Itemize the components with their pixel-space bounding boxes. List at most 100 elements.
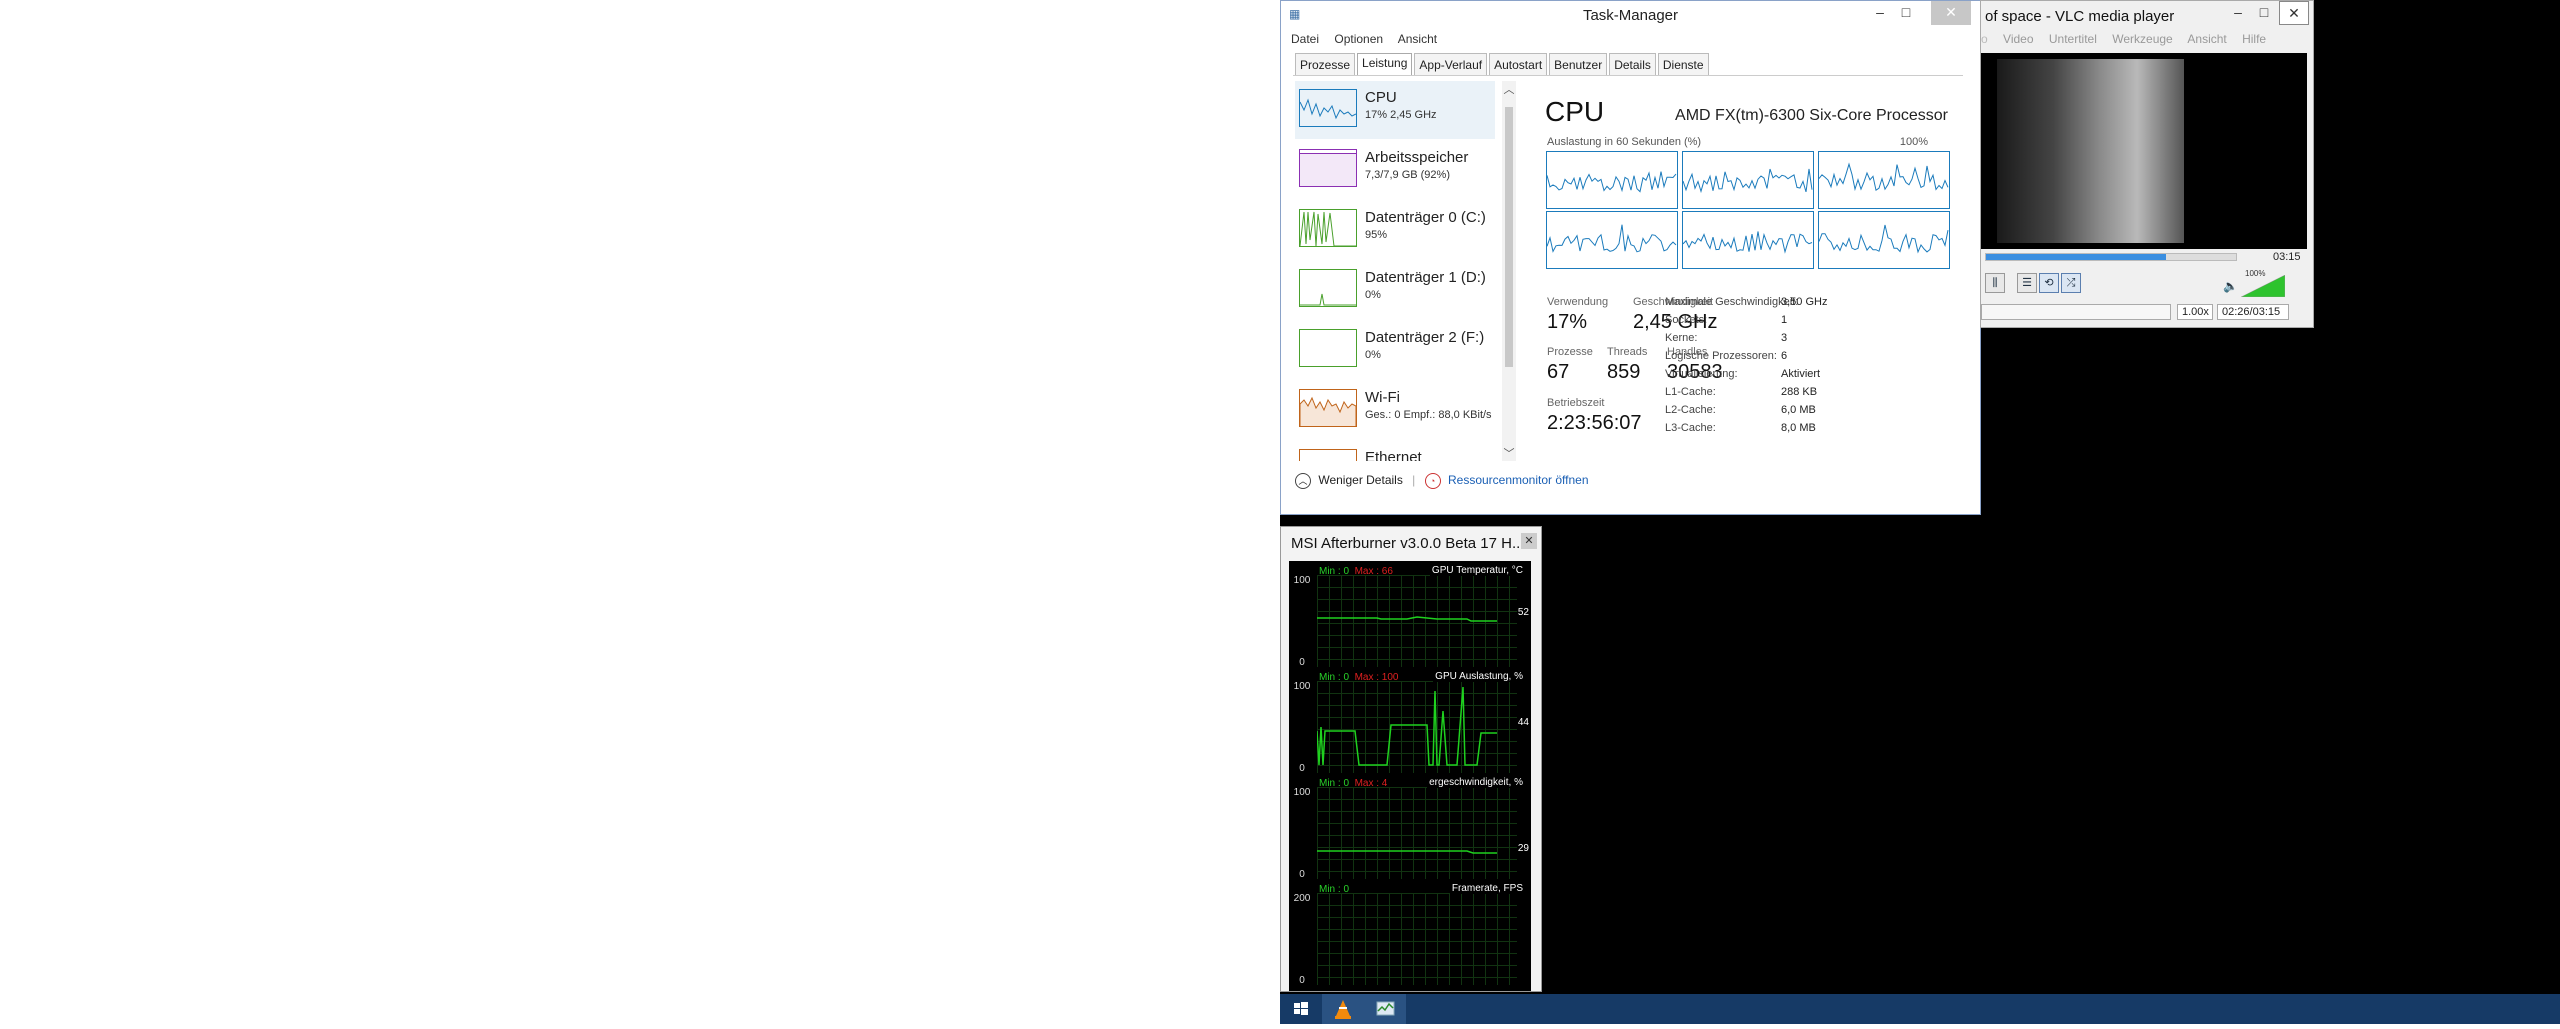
detail-value: 6	[1781, 350, 1788, 362]
menu-bar: Datei Optionen Ansicht	[1291, 32, 1449, 46]
loop-button[interactable]: ⟲	[2039, 273, 2059, 293]
speaker-icon[interactable]: 🔈	[2223, 279, 2238, 293]
total-time: 03:15	[2273, 251, 2301, 263]
video-area[interactable]	[1981, 53, 2307, 249]
tab-app-verlauf[interactable]: App-Verlauf	[1414, 53, 1488, 76]
sidebar-scrollbar[interactable]: ︿ ﹀	[1502, 81, 1516, 461]
sidebar-item-disk-d[interactable]: Datenträger 1 (D:) 0%	[1295, 261, 1495, 319]
detail-value: 8,0 MB	[1781, 422, 1816, 434]
axis-top: 100	[1293, 787, 1311, 798]
uptime-label: Betriebszeit	[1547, 397, 1605, 409]
minimize-button[interactable]: –	[1867, 1, 1893, 25]
resource-monitor-link[interactable]: Ressourcenmonitor öffnen	[1448, 473, 1589, 487]
vlc-menu-hilfe[interactable]: Hilfe	[2242, 32, 2266, 46]
core-graph	[1818, 151, 1950, 209]
cpu-thumbnail-graph	[1299, 89, 1357, 127]
volume-control[interactable]: 🔈 100%	[2223, 269, 2287, 297]
sidebar-item-sub: Ges.: 0 Empf.: 88,0 KBit/s	[1365, 409, 1492, 421]
vlc-menu-video[interactable]: Video	[2003, 32, 2033, 46]
usage-graph-label: Auslastung in 60 Sekunden (%)	[1547, 136, 1702, 148]
sidebar-item-memory[interactable]: Arbeitsspeicher 7,3/7,9 GB (92%)	[1295, 141, 1495, 199]
vlc-maximize-button[interactable]: □	[2251, 1, 2277, 25]
detail-value: 1	[1781, 314, 1788, 326]
axis-top: 100	[1293, 681, 1311, 692]
framerate-graph: 200 0 Min : 0 Framerate, FPS	[1289, 883, 1531, 989]
scroll-down-icon[interactable]: ﹀	[1502, 445, 1516, 461]
core-graph	[1818, 211, 1950, 269]
tab-details[interactable]: Details	[1609, 53, 1656, 76]
task-manager-icon[interactable]	[1364, 994, 1406, 1024]
scroll-up-icon[interactable]: ︿	[1502, 81, 1516, 97]
sidebar-item-title: CPU	[1365, 89, 1397, 106]
detail-value: 288 KB	[1781, 386, 1818, 398]
tab-benutzer[interactable]: Benutzer	[1549, 53, 1608, 76]
core-graph	[1546, 211, 1678, 269]
playback-speed[interactable]: 1.00x	[2177, 304, 2213, 320]
usage-label: Verwendung	[1547, 296, 1609, 308]
sidebar-item-disk-f[interactable]: Datenträger 2 (F:) 0%	[1295, 321, 1495, 379]
tab-leistung[interactable]: Leistung	[1357, 53, 1413, 76]
maximize-button[interactable]: □	[1893, 1, 1919, 25]
gpu-load-graph: 100 0 Min : 0 Max : 100 GPU Auslastung, …	[1289, 671, 1531, 777]
time-status[interactable]: 02:26/03:15	[2217, 304, 2289, 320]
uptime-value: 2:23:56:07	[1547, 412, 1642, 434]
tab-dienste[interactable]: Dienste	[1657, 53, 1709, 76]
detail-label: Kerne:	[1665, 332, 1698, 344]
seek-bar[interactable]	[1985, 253, 2237, 261]
extended-settings-button[interactable]: ⫼	[1985, 273, 2005, 293]
cpu-heading: CPU	[1545, 96, 1605, 127]
vlc-minimize-button[interactable]: –	[2225, 1, 2251, 25]
vlc-close-button[interactable]: ✕	[2279, 1, 2309, 25]
afterburner-close-button[interactable]: ✕	[1521, 533, 1537, 549]
sidebar-item-title: Datenträger 0 (C:)	[1365, 209, 1486, 226]
current-value: 44	[1517, 717, 1529, 728]
vlc-icon[interactable]	[1322, 994, 1364, 1024]
less-details-link[interactable]: Weniger Details	[1318, 473, 1402, 487]
detail-value: Aktiviert	[1781, 368, 1821, 380]
menu-datei[interactable]: Datei	[1291, 32, 1319, 46]
sidebar-item-title: Arbeitsspeicher	[1365, 149, 1469, 166]
vlc-menu-partial[interactable]: o	[1981, 32, 1988, 46]
menu-ansicht[interactable]: Ansicht	[1398, 32, 1437, 46]
threads-label: Threads	[1607, 346, 1648, 358]
task-manager-titlebar[interactable]: ▦ Task-Manager – □ ✕	[1281, 1, 1980, 29]
windows-start-icon[interactable]	[1280, 994, 1322, 1024]
core-usage-line	[1819, 162, 1949, 192]
chevron-up-icon[interactable]: ︿	[1295, 473, 1311, 489]
sidebar-item-ethernet[interactable]: Ethernet	[1295, 441, 1495, 461]
playlist-button[interactable]: ☰	[2017, 273, 2037, 293]
shuffle-button[interactable]: ⤮	[2061, 273, 2081, 293]
graph-line	[1317, 850, 1497, 854]
axis-top: 200	[1293, 893, 1311, 904]
axis-bottom: 0	[1299, 869, 1305, 880]
disk-d-thumbnail-graph	[1299, 269, 1357, 307]
vlc-menu-untertitel[interactable]: Untertitel	[2049, 32, 2097, 46]
usage-graph-max: 100%	[1899, 136, 1928, 148]
volume-level: 100%	[2245, 269, 2266, 278]
sidebar-item-title: Wi-Fi	[1365, 389, 1400, 406]
scrollbar-thumb[interactable]	[1505, 107, 1513, 367]
current-value: 52	[1517, 607, 1529, 618]
fan-speed-graph: 100 0 Min : 0 Max : 4 ergeschwindigkeit,…	[1289, 777, 1531, 883]
vlc-menu-ansicht[interactable]: Ansicht	[2187, 32, 2226, 46]
volume-slider-icon[interactable]	[2241, 275, 2285, 297]
sidebar-item-cpu[interactable]: CPU 17% 2,45 GHz	[1295, 81, 1495, 139]
performance-sidebar: CPU 17% 2,45 GHz Arbeitsspeicher 7,3/7,9…	[1281, 81, 1501, 461]
tab-autostart[interactable]: Autostart	[1489, 53, 1548, 76]
axis-bottom: 0	[1299, 657, 1305, 668]
close-button[interactable]: ✕	[1931, 1, 1971, 25]
sidebar-item-title: Ethernet	[1365, 449, 1422, 461]
core-usage-line	[1819, 224, 1949, 254]
sidebar-item-disk-c[interactable]: Datenträger 0 (C:) 95%	[1295, 201, 1495, 259]
menu-optionen[interactable]: Optionen	[1334, 32, 1383, 46]
axis-bottom: 0	[1299, 763, 1305, 774]
core-graph	[1682, 211, 1814, 269]
usage-value: 17%	[1547, 311, 1588, 333]
task-manager-footer: ︿ Weniger Details | ◔ Ressourcenmonitor …	[1295, 473, 1589, 489]
sidebar-item-wifi[interactable]: Wi-Fi Ges.: 0 Empf.: 88,0 KBit/s	[1295, 381, 1495, 439]
graph-line	[1317, 616, 1497, 622]
axis-bottom: 0	[1299, 975, 1305, 986]
core-graph	[1546, 151, 1678, 209]
tab-prozesse[interactable]: Prozesse	[1295, 53, 1356, 76]
vlc-menu-werkzeuge[interactable]: Werkzeuge	[2112, 32, 2172, 46]
